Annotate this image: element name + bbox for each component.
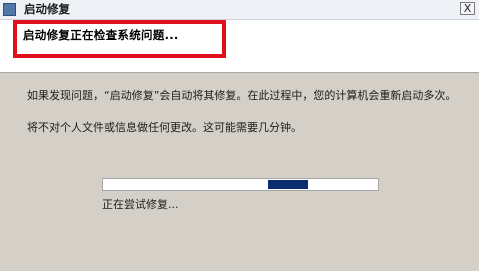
progress-status-text: 正在尝试修复... (102, 198, 179, 211)
info-paragraph-2: 将不对个人文件或信息做任何更改。这可能需要几分钟。 (27, 121, 302, 134)
close-button[interactable]: X (460, 2, 475, 15)
title-bar: 启动修复 X (0, 0, 479, 20)
red-highlight-box (13, 20, 226, 58)
progress-bar (102, 178, 379, 191)
info-paragraph-1: 如果发现问题，“启动修复”会自动将其修复。在此过程中，您的计算机会重新启动多次。 (27, 89, 457, 102)
window-title: 启动修复 (24, 2, 70, 16)
progress-marquee (268, 180, 308, 189)
repair-app-icon (3, 3, 16, 16)
